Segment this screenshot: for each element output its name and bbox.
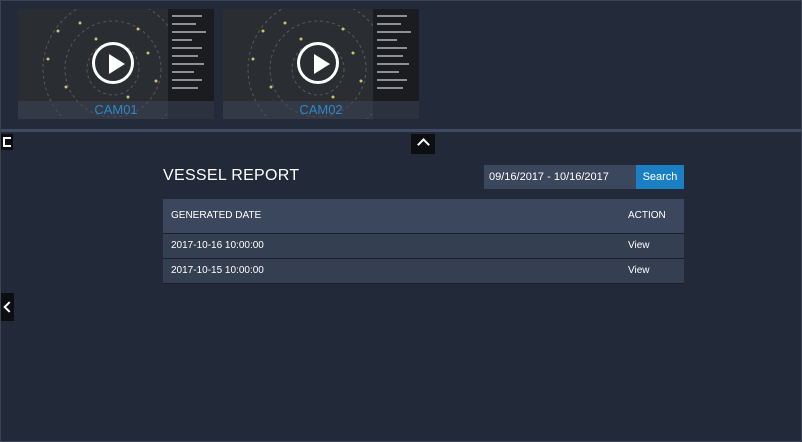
camera-label: CAM02: [223, 101, 419, 119]
column-header-action: ACTION: [628, 210, 666, 221]
sidebar-toggle-button[interactable]: [1, 293, 15, 321]
play-icon[interactable]: [92, 42, 134, 84]
date-range-input[interactable]: 09/16/2017 - 10/16/2017: [484, 165, 636, 189]
camera-tile-cam02[interactable]: CAM02: [223, 9, 419, 119]
generated-date-cell: 2017-10-15 10:00:00: [171, 265, 264, 276]
camera-tile-cam01[interactable]: CAM01: [18, 9, 214, 119]
report-table: GENERATED DATE ACTION 2017-10-16 10:00:0…: [163, 199, 684, 284]
generated-date-cell: 2017-10-16 10:00:00: [171, 240, 264, 251]
collapse-panel-button[interactable]: [411, 134, 435, 154]
search-button[interactable]: Search: [636, 165, 684, 189]
chevron-left-icon: [3, 301, 15, 313]
table-row: 2017-10-15 10:00:00 View: [163, 259, 684, 284]
panel-divider[interactable]: [1, 129, 801, 132]
table-header: GENERATED DATE ACTION: [163, 199, 684, 234]
camera-strip: CAM01 CAM02: [1, 1, 801, 129]
report-title: VESSEL REPORT: [163, 167, 300, 184]
play-icon[interactable]: [297, 42, 339, 84]
table-row: 2017-10-16 10:00:00 View: [163, 234, 684, 259]
view-link[interactable]: View: [628, 259, 650, 283]
expand-icon[interactable]: [1, 134, 13, 150]
view-link[interactable]: View: [628, 234, 650, 258]
camera-label: CAM01: [18, 101, 214, 119]
chevron-up-icon: [416, 138, 430, 151]
column-header-generated-date[interactable]: GENERATED DATE: [171, 199, 261, 233]
